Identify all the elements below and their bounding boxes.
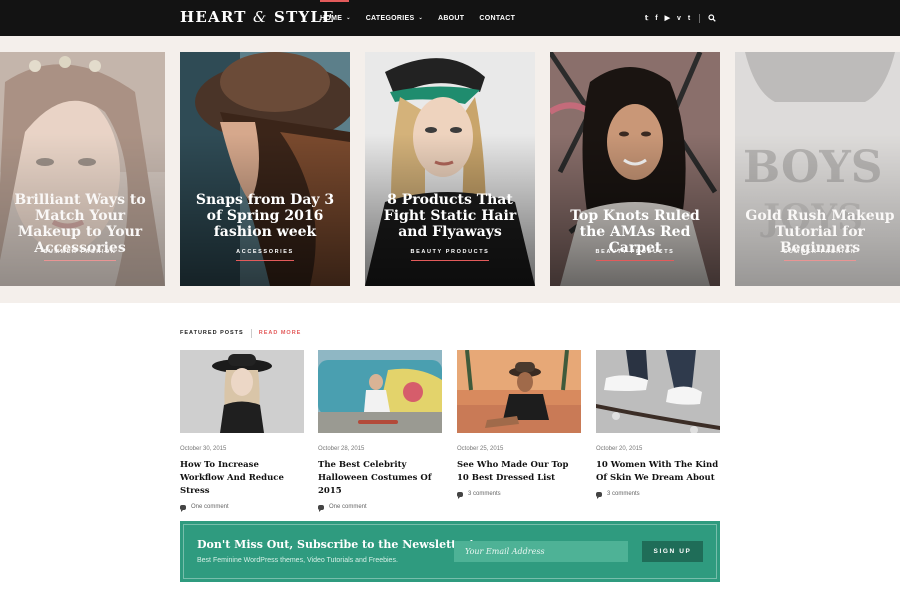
newsletter-border: [183, 524, 717, 579]
header-divider: [699, 13, 701, 23]
hero-card[interactable]: Top Knots Ruled the AMAs Red Carpet BEAU…: [550, 52, 720, 286]
nav-about[interactable]: ABOUT: [438, 0, 464, 36]
main-nav: HOME ⌄ CATEGORIES ⌄ ABOUT CONTACT: [320, 0, 530, 36]
comment-icon: [318, 504, 324, 512]
hero-card-category-label: BEAUTY PRODUCTS: [410, 249, 490, 261]
post-title[interactable]: 10 Women With The Kind Of Skin We Dream …: [596, 459, 720, 485]
comment-icon: [180, 504, 186, 512]
hero-card-category-label: SUMMER FASHION: [43, 249, 117, 261]
featured-divider: [250, 328, 252, 338]
comment-icon: [457, 491, 463, 499]
site-header: HEART & STYLE HOME ⌄ CATEGORIES ⌄ ABOUT CO…: [0, 0, 900, 36]
featured-header: FEATURED POSTS READ MORE: [180, 328, 301, 338]
post-comments-label: 3 comments: [468, 491, 501, 497]
post-thumbnail[interactable]: [180, 350, 304, 433]
chevron-down-icon: ⌄: [346, 15, 351, 21]
logo-ampersand: &: [253, 8, 268, 26]
logo-text-heart: HEART: [180, 8, 247, 26]
nav-categories[interactable]: CATEGORIES ⌄: [366, 0, 423, 36]
featured-post: October 30, 2015 How To Increase Workflo…: [180, 350, 304, 512]
featured-post: October 25, 2015 See Who Made Our Top 10…: [457, 350, 581, 499]
post-comments-label: One comment: [191, 504, 229, 510]
post-thumbnail[interactable]: [457, 350, 581, 433]
post-title[interactable]: The Best Celebrity Halloween Costumes Of…: [318, 459, 442, 498]
post-comments[interactable]: 3 comments: [457, 491, 581, 499]
hero-card-category-label: SUMMER FASHION: [783, 249, 857, 261]
vine-icon[interactable]: v: [677, 15, 681, 22]
hero-card-category[interactable]: BEAUTY PRODUCTS: [365, 249, 535, 261]
hero-card-category-label: BEAUTY PRODUCTS: [595, 249, 675, 261]
post-thumbnail[interactable]: [596, 350, 720, 433]
newsletter-title: Don't Miss Out, Subscribe to the Newslet…: [197, 538, 474, 551]
nav-home[interactable]: HOME ⌄: [320, 0, 351, 36]
post-comments[interactable]: One comment: [180, 504, 304, 512]
post-thumbnail[interactable]: [318, 350, 442, 433]
nav-contact[interactable]: CONTACT: [479, 0, 515, 36]
sign-up-button[interactable]: SIGN UP: [642, 541, 703, 562]
post-comments[interactable]: 3 comments: [596, 491, 720, 499]
post-date: October 25, 2015: [457, 446, 504, 452]
hero-card-category-label: ACCESSORIES: [236, 249, 294, 261]
featured-post: October 20, 2015 10 Women With The Kind …: [596, 350, 720, 499]
nav-home-label: HOME: [320, 15, 343, 22]
post-date: October 30, 2015: [180, 446, 227, 452]
social-links: 𝕥 f ▶ v t: [645, 0, 717, 36]
nav-categories-label: CATEGORIES: [365, 15, 415, 22]
tumblr-icon[interactable]: t: [688, 15, 690, 22]
newsletter-subtitle: Best Feminine WordPress themes, Video Tu…: [197, 557, 398, 564]
search-icon[interactable]: [708, 9, 717, 27]
email-field[interactable]: [454, 541, 628, 562]
nav-contact-label: CONTACT: [479, 15, 516, 22]
twitter-icon[interactable]: 𝕥: [645, 14, 648, 22]
post-date: October 28, 2015: [318, 446, 365, 452]
hero-card-title[interactable]: Brilliant Ways to Match Your Makeup to Y…: [5, 192, 155, 256]
chevron-down-icon: ⌄: [418, 15, 423, 21]
hero-card-title[interactable]: 8 Products That Fight Static Hair and Fl…: [375, 192, 525, 240]
comment-icon: [596, 491, 602, 499]
facebook-icon[interactable]: f: [655, 15, 657, 22]
featured-title: FEATURED POSTS: [180, 330, 244, 336]
hero-card[interactable]: Brilliant Ways to Match Your Makeup to Y…: [0, 52, 165, 286]
post-date: October 20, 2015: [596, 446, 643, 452]
hero-card-title[interactable]: Snaps from Day 3 of Spring 2016 fashion …: [190, 192, 340, 240]
post-comments-label: 3 comments: [607, 491, 640, 497]
hero-card[interactable]: BOYS JOYS Gold Rush Makeup Tutorial for …: [735, 52, 900, 286]
post-title[interactable]: How To Increase Workflow And Reduce Stre…: [180, 459, 304, 498]
post-comments[interactable]: One comment: [318, 504, 442, 512]
newsletter-box: Don't Miss Out, Subscribe to the Newslet…: [180, 521, 720, 582]
post-title[interactable]: See Who Made Our Top 10 Best Dressed Lis…: [457, 459, 581, 485]
hero-card-category[interactable]: BEAUTY PRODUCTS: [550, 249, 720, 261]
featured-post: October 28, 2015 The Best Celebrity Hall…: [318, 350, 442, 512]
read-more-link[interactable]: READ MORE: [259, 330, 302, 336]
hero-card-category[interactable]: SUMMER FASHION: [0, 249, 165, 261]
hero-card-category[interactable]: ACCESSORIES: [180, 249, 350, 261]
youtube-icon[interactable]: ▶: [665, 14, 670, 22]
hero-card-category[interactable]: SUMMER FASHION: [735, 249, 900, 261]
nav-about-label: ABOUT: [437, 15, 465, 22]
hero-card[interactable]: 8 Products That Fight Static Hair and Fl…: [365, 52, 535, 286]
site-logo[interactable]: HEART & STYLE: [180, 8, 335, 26]
hero-card[interactable]: Snaps from Day 3 of Spring 2016 fashion …: [180, 52, 350, 286]
post-comments-label: One comment: [329, 504, 367, 510]
